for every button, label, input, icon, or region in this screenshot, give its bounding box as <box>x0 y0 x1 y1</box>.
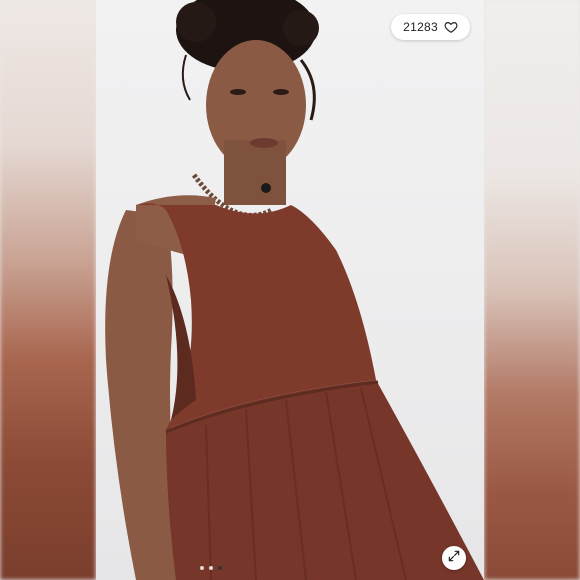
pagination-dot[interactable] <box>200 566 204 570</box>
blurred-right-panel <box>484 0 580 580</box>
image-viewer: 21283 <box>0 0 580 580</box>
gallery-pagination-dots <box>200 566 222 570</box>
expand-button[interactable] <box>442 546 466 570</box>
product-photo[interactable] <box>96 0 484 580</box>
likes-count: 21283 <box>403 20 438 34</box>
blurred-left-panel <box>0 0 96 580</box>
like-button[interactable]: 21283 <box>391 14 470 40</box>
model-illustration <box>105 0 484 580</box>
pagination-dot[interactable] <box>209 566 213 570</box>
pagination-dot-active[interactable] <box>218 566 222 570</box>
heart-icon <box>444 20 458 34</box>
expand-arrows-icon <box>447 549 461 568</box>
